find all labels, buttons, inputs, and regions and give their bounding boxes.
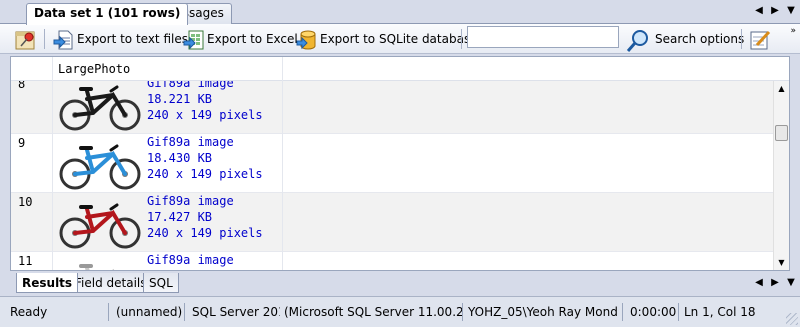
image-info: Gif89a image [147,252,234,268]
search-options-button[interactable]: Search options [622,27,747,52]
magnifier-icon [625,29,651,52]
image-format: Gif89a image [147,135,234,149]
tab-data-set-1[interactable]: Data set 1 (101 rows) [26,3,189,25]
row-number: 9 [11,134,53,193]
row-header-corner[interactable] [11,57,53,81]
row-number: 11 [11,252,53,270]
scrollbar-thumb[interactable] [775,125,788,141]
database-icon [296,29,316,50]
image-info: Gif89a image 18.430 KB 240 x 149 pixels [147,134,263,182]
table-row[interactable]: 8 Gif89a image 18.221 KB 240 x 149 pixel… [11,81,775,134]
search-input[interactable] [467,26,619,48]
notepad-pencil-icon [749,29,771,50]
export-excel-label: Export to Excel [207,32,298,46]
image-dimensions: 240 x 149 pixels [147,226,263,240]
bottom-tab-list-icon[interactable]: ▼ [786,276,796,290]
bottom-tab-strip: Results Field details SQL ◀ ▶ ▼ [0,273,800,295]
edit-pin-icon [15,29,35,50]
table-row[interactable]: 9 Gif89a image 18.430 KB 240 x 149 pixel… [11,134,775,193]
tab-nav: ◀ ▶ ▼ [754,4,796,18]
search-options-label: Search options [655,32,745,46]
edit-button[interactable] [12,27,38,51]
scroll-up-icon[interactable]: ▲ [774,81,789,97]
export-text-button[interactable]: Export to text files [50,27,191,51]
grid-rows: 8 Gif89a image 18.221 KB 240 x 149 pixel… [11,81,775,270]
tab-sql[interactable]: SQL [143,273,179,293]
image-format: Gif89a image [147,81,234,90]
tab-results[interactable]: Results [16,273,79,293]
toolbar-overflow-icon[interactable]: » [790,26,796,36]
export-sqlite-button[interactable]: Export to SQLite database [293,27,481,51]
status-cursor-position: Ln 1, Col 18 [684,305,756,319]
vertical-scrollbar[interactable]: ▲ ▼ [773,81,789,270]
bicycle-thumbnail [59,144,141,190]
table-row[interactable]: 10 Gif89a image 17.427 KB 240 x 149 pixe… [11,193,775,252]
status-elapsed-time: 0:00:00 [630,305,676,319]
tab-field-details[interactable]: Field details [69,273,153,293]
image-size: 18.430 KB [147,151,213,165]
image-format: Gif89a image [147,194,234,208]
bottom-tab-nav: ◀ ▶ ▼ [754,276,796,290]
bottom-tab-prev-icon[interactable]: ◀ [754,276,764,290]
image-size: 18.221 KB [147,92,213,106]
export-text-label: Export to text files [77,32,188,46]
result-tab-strip: Data set 1 (101 rows) Messages ◀ ▶ ▼ [0,0,800,25]
grid-header: LargePhoto [11,57,789,81]
image-dimensions: 240 x 149 pixels [147,108,263,122]
row-number: 8 [11,81,53,134]
status-state: Ready [10,305,48,319]
image-format: Gif89a image [147,253,234,267]
results-grid: LargePhoto 8 Gif89a image 18.221 KB 240 … [10,56,790,271]
export-sqlite-label: Export to SQLite database [320,32,478,46]
excel-icon [183,29,204,50]
status-bar: Ready (unnamed) SQL Server 2012 (Microso… [0,296,800,327]
row-number: 10 [11,193,53,252]
status-connection-name: (unnamed) [116,305,182,319]
resize-grip-icon[interactable] [786,313,798,325]
table-row[interactable]: 11 Gif89a image [11,252,775,270]
tab-list-dropdown-icon[interactable]: ▼ [786,4,796,18]
status-server-version: (Microsoft SQL Server 11.00.2100) [284,305,462,319]
bicycle-thumbnail [59,203,141,249]
export-excel-button[interactable]: Export to Excel [180,27,301,51]
bicycle-thumbnail [59,85,141,131]
notepad-button[interactable] [746,27,772,51]
image-dimensions: 240 x 149 pixels [147,167,263,181]
bicycle-thumbnail [79,264,115,270]
bottom-tab-next-icon[interactable]: ▶ [770,276,780,290]
image-info: Gif89a image 18.221 KB 240 x 149 pixels [147,81,263,123]
text-file-icon [53,29,73,50]
status-user: YOHZ_05\Yeoh Ray Mond [468,305,618,319]
toolbar: Export to text files Export to Excel Exp… [0,24,800,54]
scroll-down-icon[interactable]: ▼ [774,255,789,270]
status-server: SQL Server 2012 [192,305,280,319]
tab-next-icon[interactable]: ▶ [770,4,780,18]
tab-prev-icon[interactable]: ◀ [754,4,764,18]
image-info: Gif89a image 17.427 KB 240 x 149 pixels [147,193,263,241]
column-header-largephoto[interactable]: LargePhoto [53,57,283,81]
image-size: 17.427 KB [147,210,213,224]
